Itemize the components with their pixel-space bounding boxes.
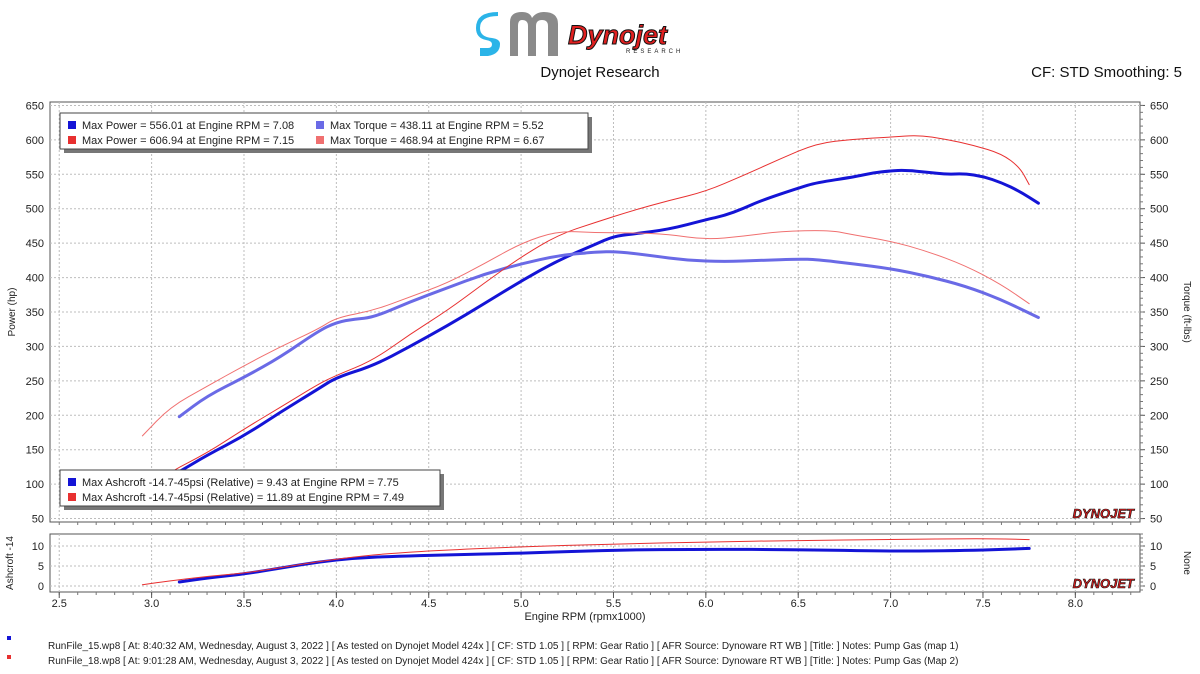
dynojet-watermark: DYNOJET xyxy=(1073,506,1135,521)
x-tick-label: 2.5 xyxy=(52,598,67,610)
footer-run2: RunFile_18.wp8 [ At: 9:01:28 AM, Wednesd… xyxy=(48,656,959,667)
plot-area xyxy=(49,101,1141,523)
series-line-run2-power xyxy=(141,135,1030,493)
plot-area xyxy=(49,533,1141,593)
y-tick-label: 50 xyxy=(32,514,44,526)
y-tick-label-right: 0 xyxy=(1150,581,1156,593)
y-axis-title: Ashcroft -14 xyxy=(5,536,16,590)
boost-panel: 0 0 5 5 10 10 Ashcroft -14 None DYNOJET 2.5 3.0 3.5… xyxy=(5,533,1192,623)
brand-name: Dynojet xyxy=(568,20,668,50)
y-axis-title-right: Torque (ft-lbs) xyxy=(1181,281,1192,343)
y-tick-label: 150 xyxy=(26,445,44,457)
y-tick-label: 10 xyxy=(32,541,44,553)
x-tick-label: 5.0 xyxy=(513,598,528,610)
y-tick-label-right: 400 xyxy=(1150,273,1168,285)
legend-box xyxy=(59,469,441,507)
x-tick-label: 5.5 xyxy=(606,598,621,610)
y-tick-label-right: 300 xyxy=(1150,341,1168,353)
y-tick-label-right: 100 xyxy=(1150,479,1168,491)
legend-entry: Max Torque = 438.11 at Engine RPM = 5.52 xyxy=(330,120,544,132)
y-tick-label: 600 xyxy=(26,135,44,147)
power-torque-panel: 50 50 100 100 150 150 200 200 250 250 300 300 350 350… xyxy=(7,100,1192,525)
y-tick-label: 650 xyxy=(26,100,44,112)
y-tick-label: 550 xyxy=(26,169,44,181)
dynojet-logo: Dynojet RESEARCH xyxy=(474,8,724,60)
legend-ashcroft: Max Ashcroft -14.7-45psi (Relative) = 9.… xyxy=(59,469,444,510)
series-line-run1-power xyxy=(177,168,1040,474)
legend-swatch xyxy=(316,136,324,144)
x-tick-label: 4.5 xyxy=(421,598,436,610)
legend-swatch xyxy=(68,121,76,129)
legend-swatch xyxy=(68,478,76,486)
y-tick-label: 400 xyxy=(26,273,44,285)
series-line-run2-boost xyxy=(141,538,1030,586)
x-axis-title: Engine RPM (rpmx1000) xyxy=(524,611,645,623)
x-tick-label: 7.5 xyxy=(975,598,990,610)
y-tick-label-right: 600 xyxy=(1150,135,1168,147)
x-tick-label: 4.0 xyxy=(329,598,344,610)
y-tick-label: 250 xyxy=(26,376,44,388)
y-tick-label-right: 250 xyxy=(1150,376,1168,388)
y-tick-label-right: 50 xyxy=(1150,514,1162,526)
y-tick-label-right: 5 xyxy=(1150,561,1156,573)
legend-entry: Max Power = 556.01 at Engine RPM = 7.08 xyxy=(82,120,294,132)
x-tick-label: 8.0 xyxy=(1068,598,1083,610)
y-tick-label: 350 xyxy=(26,307,44,319)
dyno-chart: 50 50100 100150 150200 200250 250300 300350 350… xyxy=(5,100,1192,623)
y-tick-label: 100 xyxy=(26,479,44,491)
y-tick-label: 0 xyxy=(38,581,44,593)
page-title: Dynojet Research xyxy=(540,64,660,81)
x-tick-label: 7.0 xyxy=(883,598,898,610)
y-tick-label-right: 550 xyxy=(1150,169,1168,181)
legend-entry: Max Power = 606.94 at Engine RPM = 7.15 xyxy=(82,135,294,147)
y-tick-label: 450 xyxy=(26,238,44,250)
run1-marker xyxy=(7,636,11,640)
dynojet-watermark: DYNOJET xyxy=(1073,576,1135,591)
x-tick-label: 6.0 xyxy=(698,598,713,610)
brand-subtitle: RESEARCH xyxy=(626,49,683,55)
y-tick-label-right: 500 xyxy=(1150,204,1168,216)
series-line-run1-boost xyxy=(177,546,1031,584)
y-tick-label-right: 10 xyxy=(1150,541,1162,553)
legend-swatch xyxy=(68,493,76,501)
footer-run1: RunFile_15.wp8 [ At: 8:40:32 AM, Wednesd… xyxy=(48,641,959,652)
y-tick-label-right: 650 xyxy=(1150,100,1168,112)
series-line-run1-torque xyxy=(177,250,1040,419)
legend-swatch xyxy=(316,121,324,129)
y-tick-label: 200 xyxy=(26,410,44,422)
series-line-run2-torque xyxy=(141,230,1030,437)
legend-shadow xyxy=(64,474,444,510)
y-tick-label-right: 150 xyxy=(1150,445,1168,457)
legend-power-torque: Max Power = 556.01 at Engine RPM = 7.08 M… xyxy=(59,112,592,153)
legend-swatch xyxy=(68,136,76,144)
y-tick-label-right: 200 xyxy=(1150,410,1168,422)
x-tick-label: 6.5 xyxy=(791,598,806,610)
y-axis-title-right: None xyxy=(1181,551,1192,575)
legend-entry: Max Ashcroft -14.7-45psi (Relative) = 11… xyxy=(82,492,404,504)
y-tick-label: 300 xyxy=(26,341,44,353)
legend-box xyxy=(59,112,589,150)
y-tick-label-right: 350 xyxy=(1150,307,1168,319)
logo-mark-icon: Dynojet RESEARCH xyxy=(476,12,683,56)
y-axis-title: Power (hp) xyxy=(7,288,18,337)
y-tick-label: 5 xyxy=(38,561,44,573)
y-tick-label: 500 xyxy=(26,204,44,216)
cf-smoothing-label: CF: STD Smoothing: 5 xyxy=(1031,64,1182,81)
run2-marker xyxy=(7,655,11,659)
x-tick-label: 3.5 xyxy=(236,598,251,610)
y-tick-label-right: 450 xyxy=(1150,238,1168,250)
legend-entry: Max Ashcroft -14.7-45psi (Relative) = 9.… xyxy=(82,477,399,489)
legend-shadow xyxy=(64,117,592,153)
legend-entry: Max Torque = 468.94 at Engine RPM = 6.67 xyxy=(330,135,544,147)
x-tick-label: 3.0 xyxy=(144,598,159,610)
